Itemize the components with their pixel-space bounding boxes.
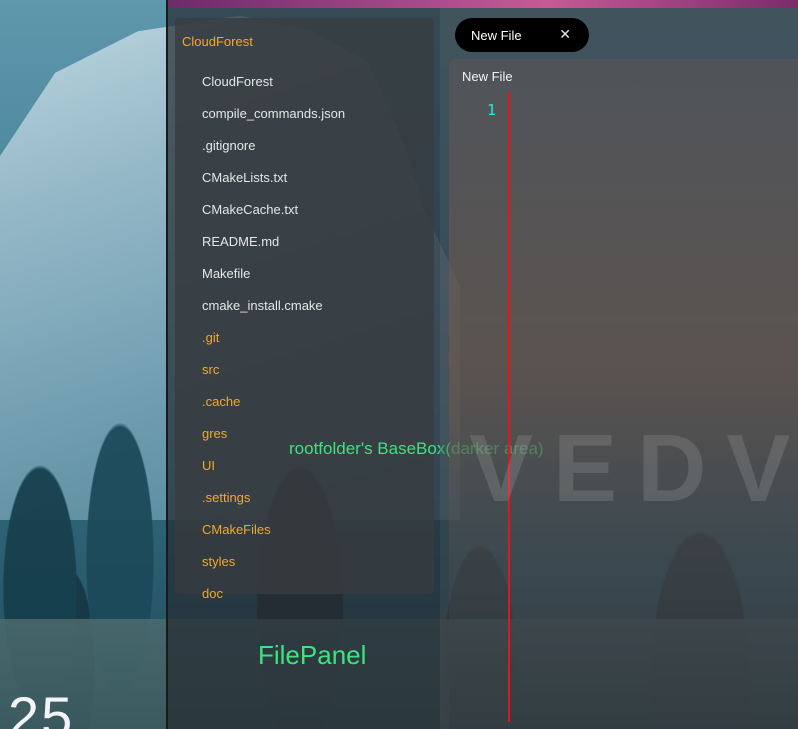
file-panel: CloudForest CloudForest compile_commands.… (168, 8, 544, 729)
file-item[interactable]: CloudForest (202, 66, 345, 98)
text-cursor (508, 92, 510, 722)
folder-item[interactable]: src (202, 354, 345, 386)
editor-area: New File ✕ New File 1 VEDV (440, 8, 798, 729)
root-folder-basebox: CloudForest CloudForest compile_commands.… (175, 18, 434, 601)
folder-item[interactable]: doc (202, 578, 345, 610)
folder-item[interactable]: styles (202, 546, 345, 578)
folder-item[interactable]: .cache (202, 386, 345, 418)
folder-item[interactable]: .git (202, 322, 345, 354)
tab-title: New File (471, 28, 522, 43)
file-item[interactable]: compile_commands.json (202, 98, 345, 130)
file-item[interactable]: CMakeLists.txt (202, 162, 345, 194)
window-titlebar[interactable] (168, 0, 798, 8)
folder-item[interactable]: .settings (202, 482, 345, 514)
file-item[interactable]: CMakeCache.txt (202, 194, 345, 226)
editor-panel[interactable]: New File 1 VEDV (449, 59, 798, 729)
desktop-clock: 25 (8, 685, 75, 729)
line-number: 1 (487, 101, 497, 119)
folder-item[interactable]: CMakeFiles (202, 514, 345, 546)
root-folder-label[interactable]: CloudForest (182, 34, 253, 49)
file-item[interactable]: README.md (202, 226, 345, 258)
filepanel-annotation: FilePanel (258, 640, 367, 670)
tab-new-file[interactable]: New File ✕ (455, 18, 589, 52)
file-item[interactable]: .gitignore (202, 130, 345, 162)
editor-window: CloudForest CloudForest compile_commands.… (166, 0, 798, 729)
watermark-logo: VEDV (469, 415, 798, 522)
desktop: 25 CloudForest CloudForest compile_comman… (0, 0, 798, 729)
file-item[interactable]: Makefile (202, 258, 345, 290)
file-tree: CloudForest compile_commands.json .gitigno… (202, 66, 345, 610)
close-icon[interactable]: ✕ (559, 26, 571, 43)
editor-title: New File (462, 69, 513, 84)
file-item[interactable]: cmake_install.cmake (202, 290, 345, 322)
